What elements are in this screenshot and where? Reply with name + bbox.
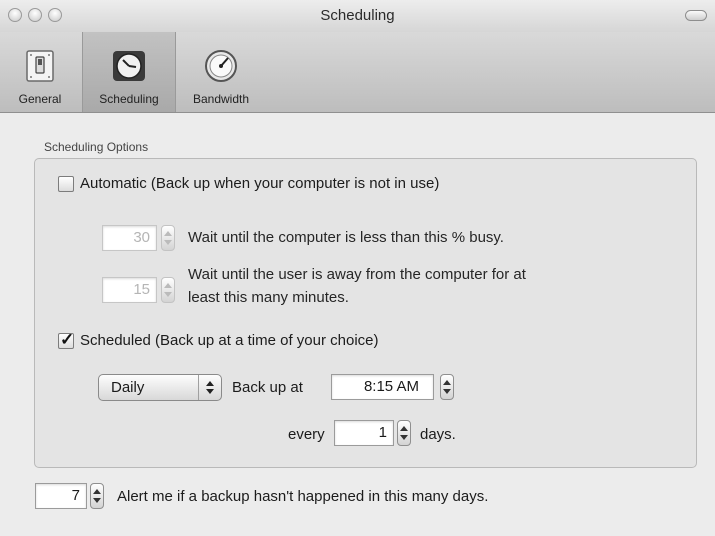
alert-text: Alert me if a backup hasn't happened in … (117, 488, 489, 505)
alert-days-field[interactable]: 7 (35, 483, 87, 509)
busy-percent-field[interactable]: 30 (102, 225, 157, 251)
time-field[interactable]: 8:15 AM (331, 374, 434, 400)
tab-bandwidth[interactable]: Bandwidth (176, 32, 266, 112)
idle-minutes-text-line1: Wait until the user is away from the com… (188, 266, 526, 283)
checkmark-icon: ✓ (60, 330, 75, 349)
automatic-label: Automatic (Back up when your computer is… (80, 175, 440, 192)
frequency-value: Daily (111, 379, 145, 396)
tab-scheduling[interactable]: Scheduling (82, 32, 176, 112)
time-stepper[interactable] (440, 374, 454, 400)
group-label: Scheduling Options (44, 140, 149, 154)
tab-scheduling-label: Scheduling (99, 92, 159, 106)
idle-minutes-field[interactable]: 15 (102, 277, 157, 303)
tab-bandwidth-label: Bandwidth (192, 92, 250, 106)
gauge-icon (205, 50, 237, 82)
title-bar: Scheduling (0, 0, 715, 32)
idle-minutes-text-line2: least this many minutes. (188, 289, 349, 306)
every-days-field[interactable]: 1 (334, 420, 394, 446)
tab-general[interactable]: General (0, 32, 80, 112)
days-label: days. (420, 426, 456, 443)
busy-percent-text: Wait until the computer is less than thi… (188, 229, 504, 246)
every-days-stepper[interactable] (397, 420, 411, 446)
frequency-popup[interactable]: Daily (98, 374, 222, 401)
idle-minutes-stepper[interactable] (161, 277, 175, 303)
scheduled-label: Scheduled (Back up at a time of your cho… (80, 332, 379, 349)
every-label: every (288, 426, 325, 443)
window-title: Scheduling (320, 7, 395, 24)
clock-icon (113, 51, 145, 81)
popup-arrows-icon (198, 375, 221, 400)
toolbar: General Scheduling Bandwidth (0, 32, 715, 113)
scheduled-checkbox[interactable]: ✓ (58, 330, 75, 349)
backup-at-label: Back up at (232, 379, 303, 396)
switch-icon (26, 50, 54, 82)
alert-days-stepper[interactable] (90, 483, 104, 509)
toolbar-toggle-button[interactable] (685, 10, 707, 21)
tab-general-label: General (18, 92, 62, 106)
automatic-checkbox[interactable] (58, 176, 74, 192)
busy-percent-stepper[interactable] (161, 225, 175, 251)
